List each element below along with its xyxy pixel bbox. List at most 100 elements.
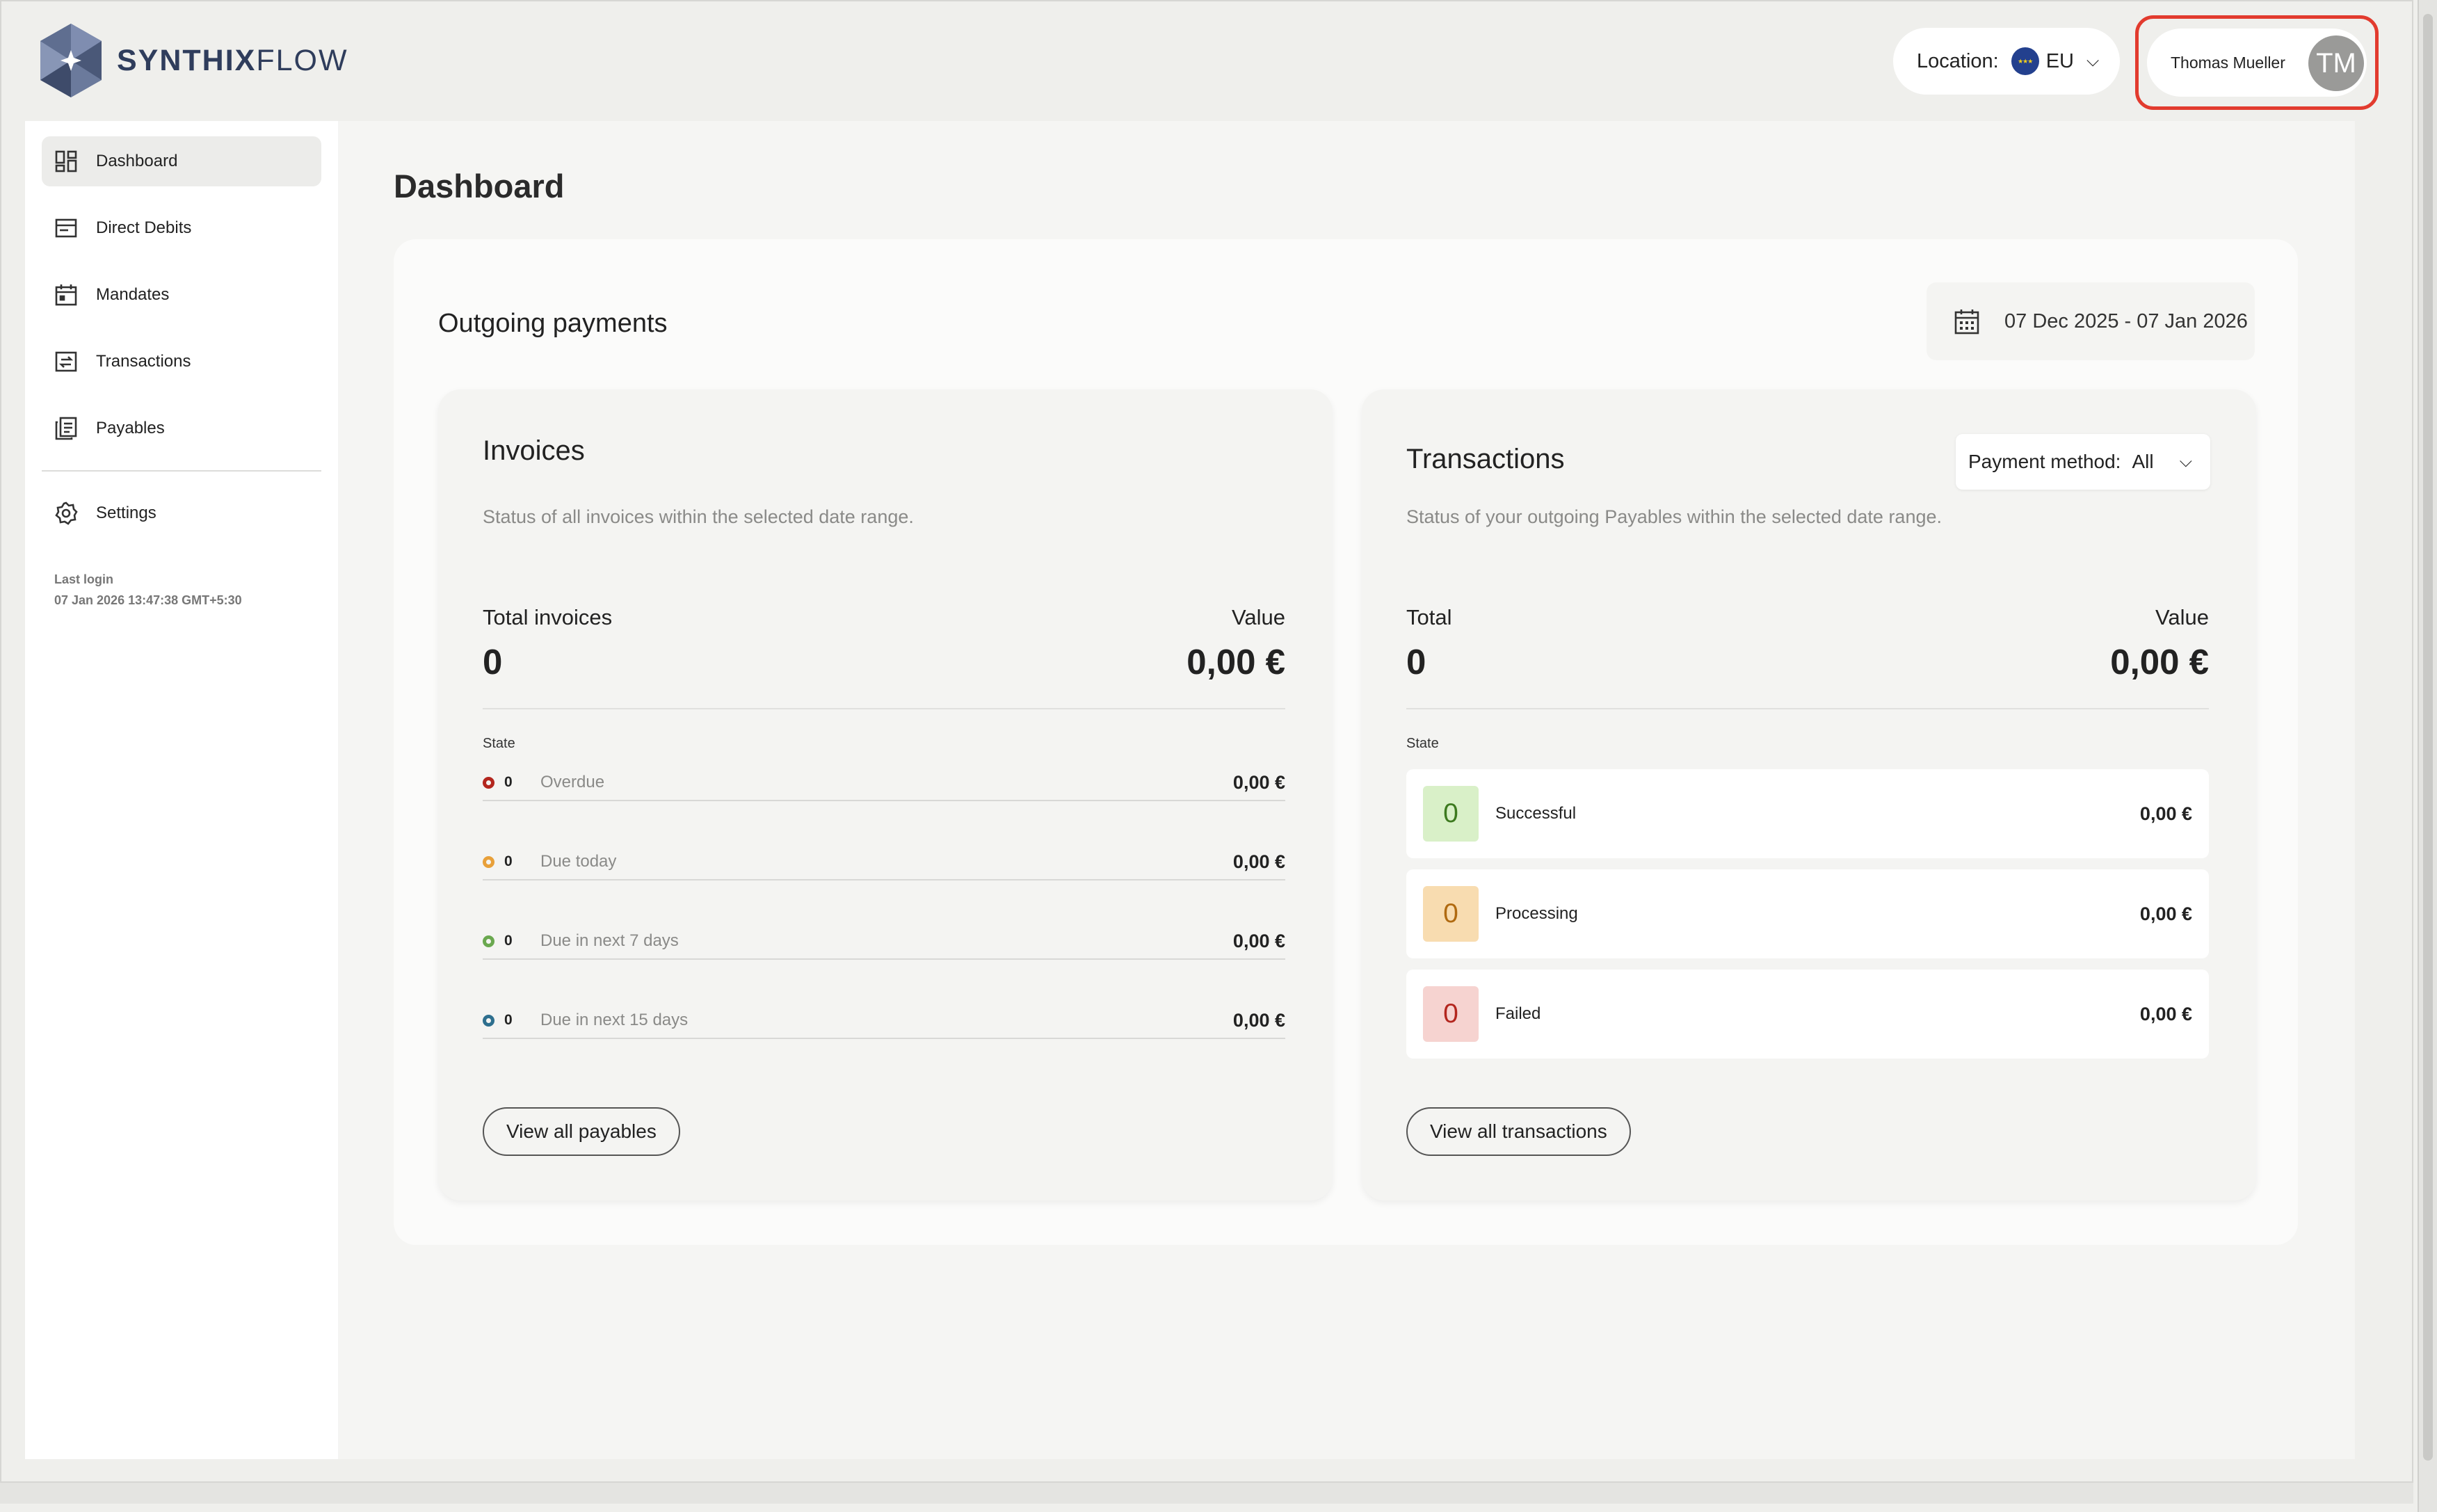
scrollbar-thumb[interactable]: [2423, 14, 2433, 1461]
transactions-title: Transactions: [1406, 444, 1565, 474]
user-menu[interactable]: Thomas Mueller TM: [2147, 29, 2367, 97]
value-label: Value: [1232, 605, 1285, 629]
payment-method-label: Payment method:: [1968, 451, 2121, 472]
transaction-state-row-successful: 0 Successful 0,00 €: [1406, 769, 2209, 858]
sidebar-item-label: Mandates: [96, 285, 170, 304]
sidebar-divider: [42, 470, 321, 472]
invoice-state-row-overdue: 0 Overdue 0,00 €: [483, 765, 1285, 801]
status-dot-icon: [483, 776, 494, 789]
location-label: Location:: [1917, 49, 1999, 72]
date-range-value: 07 Dec 2025 - 07 Jan 2026: [2004, 309, 2248, 332]
state-name: Due in next 15 days: [540, 1011, 689, 1029]
state-name: Failed: [1495, 1004, 1541, 1023]
sidebar-item-settings[interactable]: Settings: [42, 488, 321, 538]
sidebar: Dashboard Direct Debits Mandates Transac…: [25, 121, 338, 1459]
sidebar-item-label: Payables: [96, 419, 165, 437]
sidebar-item-mandates[interactable]: Mandates: [42, 270, 321, 320]
brand-logo[interactable]: SYNTHIXFLOW: [35, 21, 348, 100]
payment-method-select[interactable]: Payment method: All ⌵: [1956, 434, 2210, 490]
status-badge: 0: [1423, 786, 1479, 842]
last-login: Last login 07 Jan 2026 13:47:38 GMT+5:30: [54, 569, 242, 611]
status-badge: 0: [1423, 986, 1479, 1042]
state-value: 0,00 €: [1232, 930, 1285, 951]
total-invoices-label: Total invoices: [483, 605, 613, 629]
transaction-state-row-failed: 0 Failed 0,00 €: [1406, 970, 2209, 1059]
status-badge: 0: [1423, 886, 1479, 942]
invoices-value-amount: 0,00 €: [1187, 642, 1285, 682]
avatar[interactable]: TM: [2308, 35, 2364, 91]
calendar-icon: [55, 284, 77, 306]
invoices-title: Invoices: [483, 435, 585, 466]
state-name: Successful: [1495, 804, 1577, 823]
invoice-state-row-due-7-days: 0 Due in next 7 days 0,00 €: [483, 924, 1285, 960]
sidebar-item-payables[interactable]: Payables: [42, 403, 321, 453]
eu-flag-icon: ★★★: [2011, 47, 2039, 75]
gear-icon: [55, 501, 78, 525]
status-dot-icon: [483, 1014, 494, 1027]
payment-method-value: All: [2132, 451, 2154, 472]
invoice-state-row-due-today: 0 Due today 0,00 €: [483, 844, 1285, 880]
transactions-value-amount: 0,00 €: [2110, 642, 2209, 682]
transaction-state-row-processing: 0 Processing 0,00 €: [1406, 869, 2209, 958]
transfer-icon: [55, 351, 77, 372]
last-login-label: Last login: [54, 572, 113, 586]
sidebar-item-label: Dashboard: [96, 152, 178, 170]
state-value: 0,00 €: [1232, 851, 1285, 872]
location-value: EU: [2045, 49, 2074, 72]
date-range-picker[interactable]: 07 Dec 2025 - 07 Jan 2026: [1927, 282, 2255, 360]
state-name: Overdue: [540, 773, 605, 791]
sidebar-item-transactions[interactable]: Transactions: [42, 337, 321, 387]
last-login-value: 07 Jan 2026 13:47:38 GMT+5:30: [54, 593, 242, 607]
sidebar-item-direct-debits[interactable]: Direct Debits: [42, 203, 321, 253]
invoices-panel: Invoices Status of all invoices within t…: [438, 389, 1333, 1200]
state-value: 0,00 €: [2139, 903, 2192, 924]
status-dot-icon: [483, 855, 494, 868]
view-all-payables-button[interactable]: View all payables: [483, 1107, 680, 1156]
horizontal-scrollbar[interactable]: [0, 1481, 2413, 1504]
window-scrollbar[interactable]: [2418, 0, 2437, 1512]
total-invoices-value: 0: [483, 642, 503, 682]
state-label: State: [483, 736, 515, 751]
view-all-transactions-button[interactable]: View all transactions: [1406, 1107, 1631, 1156]
state-label: State: [1406, 736, 1439, 751]
sidebar-item-label: Transactions: [96, 352, 191, 371]
total-label: Total: [1406, 605, 1452, 629]
sidebar-item-label: Direct Debits: [96, 218, 192, 237]
total-transactions-value: 0: [1406, 642, 1426, 682]
status-dot-icon: [483, 935, 494, 947]
dashboard-icon: [55, 150, 77, 172]
invoices-description: Status of all invoices within the select…: [483, 506, 914, 527]
brand-name: SYNTHIXFLOW: [117, 43, 348, 77]
page-title: Dashboard: [394, 168, 565, 204]
state-count: 0: [504, 774, 513, 790]
outgoing-payments-card: Outgoing payments 07 Dec 2025 - 07 Jan 2…: [394, 239, 2298, 1245]
chevron-down-icon: ⌵: [2179, 452, 2192, 471]
logo-icon: [40, 24, 102, 97]
state-name: Due in next 7 days: [540, 931, 679, 950]
value-label: Value: [2155, 605, 2209, 629]
state-count: 0: [504, 933, 513, 949]
user-name: Thomas Mueller: [2171, 53, 2285, 72]
main-content: Dashboard Outgoing payments 07 Dec 2025 …: [338, 121, 2355, 1459]
divider: [483, 708, 1285, 709]
invoice-state-row-due-15-days: 0 Due in next 15 days 0,00 €: [483, 1003, 1285, 1039]
state-value: 0,00 €: [2139, 803, 2192, 824]
section-title: Outgoing payments: [438, 309, 668, 338]
sidebar-item-dashboard[interactable]: Dashboard: [42, 136, 321, 186]
transactions-panel: Transactions Payment method: All ⌵ Statu…: [1362, 389, 2256, 1200]
state-count: 0: [504, 853, 513, 869]
documents-icon: [55, 417, 77, 440]
state-value: 0,00 €: [1232, 1009, 1285, 1031]
state-name: Due today: [540, 852, 617, 871]
transactions-description: Status of your outgoing Payables within …: [1406, 506, 1943, 527]
chevron-down-icon: ⌵: [2086, 51, 2100, 70]
state-value: 0,00 €: [1232, 771, 1285, 793]
direct-debits-icon: [55, 218, 77, 238]
location-selector[interactable]: Location: ★★★ EU ⌵: [1893, 28, 2120, 95]
state-count: 0: [504, 1012, 513, 1028]
divider: [1406, 708, 2209, 709]
state-name: Processing: [1495, 904, 1578, 923]
calendar-icon: [1954, 309, 1979, 335]
state-value: 0,00 €: [2139, 1003, 2192, 1024]
user-menu-highlight: Thomas Mueller TM: [2135, 15, 2379, 110]
